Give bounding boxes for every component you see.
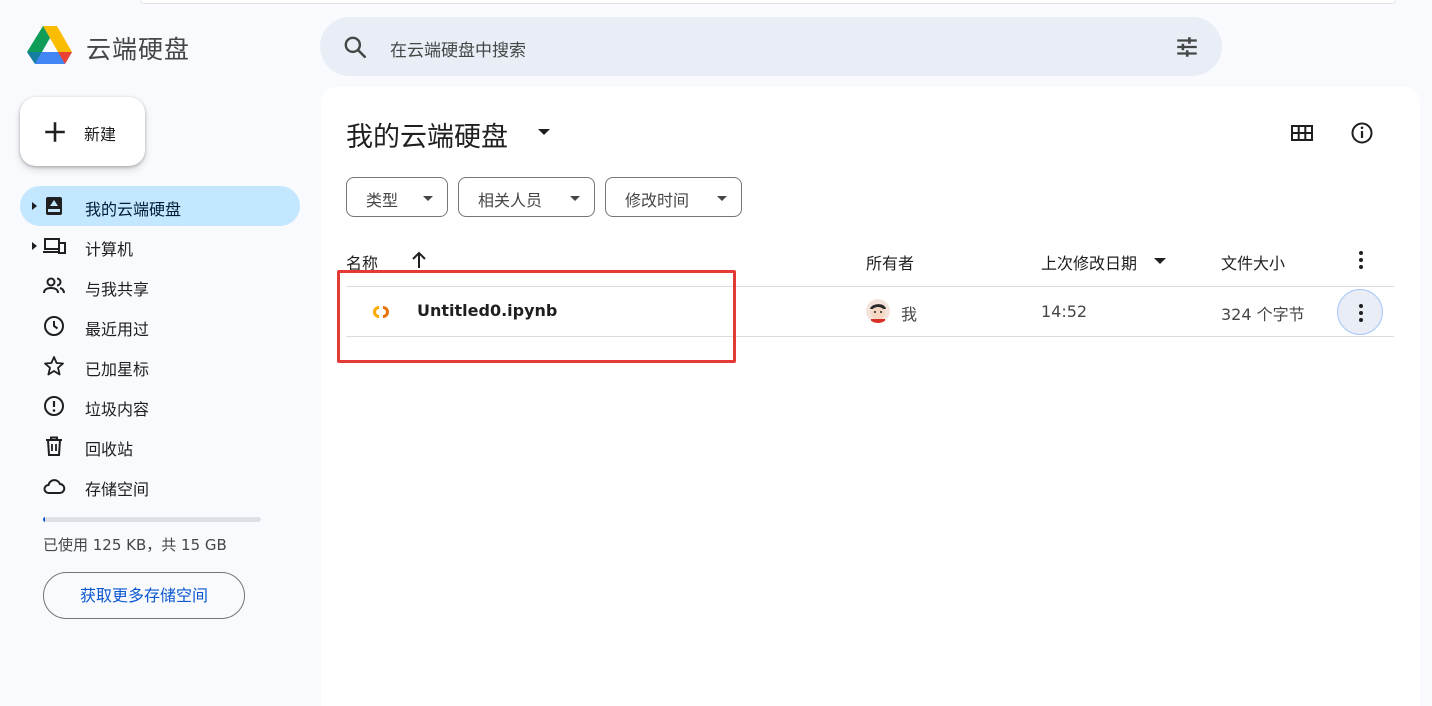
my-drive-icon [46,197,62,215]
sidebar-item-label: 已加星标 [85,360,150,379]
sidebar-item-label: 计算机 [85,240,134,259]
sidebar-item-label: 我的云端硬盘 [85,200,182,219]
sidebar-item-starred[interactable]: 已加星标 [20,346,300,386]
storage-progress-bar [43,517,261,522]
chevron-down-icon [423,196,433,201]
sidebar-item-shared[interactable]: 与我共享 [20,266,300,306]
app-title: 云端硬盘 [86,35,191,64]
grid-view-icon[interactable] [1286,117,1318,149]
cloud-icon [43,479,66,494]
sidebar-item-label: 最近用过 [85,320,150,339]
sidebar-item-label: 与我共享 [85,280,150,299]
more-vert-icon [1359,304,1363,322]
filter-people-chip[interactable]: 相关人员 [458,177,595,217]
sidebar-item-trash[interactable]: 回收站 [20,426,300,466]
search-bar[interactable]: 在云端硬盘中搜索 [320,17,1222,76]
people-icon [43,277,65,294]
column-header-modified[interactable]: 上次修改日期 [1041,250,1137,274]
get-more-storage-button[interactable]: 获取更多存储空间 [43,572,245,619]
search-icon[interactable] [342,34,368,60]
alert-icon [44,396,64,416]
storage-usage-text: 已使用 125 KB，共 15 GB [43,536,227,554]
column-header-owner: 所有者 [866,254,915,273]
expand-caret-icon[interactable] [32,202,37,210]
new-button-label: 新建 [84,125,117,144]
column-header-size: 文件大小 [1221,254,1286,273]
main-panel: 我的云端硬盘 类型 相关人员 修改时间 名称 所有者 上次修改日期 文件大小 U… [321,87,1420,706]
sidebar-item-my-drive[interactable]: 我的云端硬盘 [20,186,300,226]
page-title[interactable]: 我的云端硬盘 [346,115,508,154]
title-dropdown-caret-icon[interactable] [538,129,550,135]
storage-progress-fill [43,517,46,522]
sort-ascending-icon[interactable] [409,250,429,270]
more-vert-icon[interactable] [1349,248,1373,272]
trash-icon [46,436,62,456]
info-icon[interactable] [1346,117,1378,149]
search-input[interactable]: 在云端硬盘中搜索 [390,36,526,61]
chip-label: 修改时间 [625,191,690,210]
chevron-down-icon [717,196,727,201]
filter-type-chip[interactable]: 类型 [346,177,448,217]
sort-dropdown-caret-icon[interactable] [1154,258,1166,264]
sidebar-item-storage[interactable]: 存储空间 [20,466,300,506]
new-button[interactable]: 新建 [20,97,145,166]
plus-icon [45,122,65,142]
drive-page: 云端硬盘 在云端硬盘中搜索 新建 我的云端硬盘 计算机 与我共享 最近用过 已加… [0,0,1432,706]
sidebar-item-computers[interactable]: 计算机 [20,226,300,266]
search-options-icon[interactable] [1174,34,1200,60]
sidebar-item-label: 存储空间 [85,480,150,499]
avatar [866,299,890,323]
file-size: 324 个字节 [1221,305,1305,324]
sidebar-item-recent[interactable]: 最近用过 [20,306,300,346]
chevron-down-icon [570,196,580,201]
modified-date: 14:52 [1041,302,1088,321]
chip-label: 类型 [366,191,399,210]
browser-top-strip [140,0,1396,4]
star-icon [44,356,64,376]
highlight-annotation-box [337,270,736,363]
chip-label: 相关人员 [478,191,543,210]
expand-caret-icon[interactable] [32,242,37,250]
drive-logo-icon[interactable] [26,24,74,68]
clock-icon [44,316,64,336]
sidebar-item-label: 垃圾内容 [85,400,150,419]
owner-name: 我 [901,305,918,324]
row-more-actions-button[interactable] [1337,289,1383,335]
sidebar-nav: 我的云端硬盘 计算机 与我共享 最近用过 已加星标 垃圾内容 回收站 存储空间 [20,186,300,506]
sidebar-item-label: 回收站 [85,440,134,459]
computer-icon [43,238,66,254]
sidebar-item-spam[interactable]: 垃圾内容 [20,386,300,426]
filter-modified-chip[interactable]: 修改时间 [605,177,742,217]
